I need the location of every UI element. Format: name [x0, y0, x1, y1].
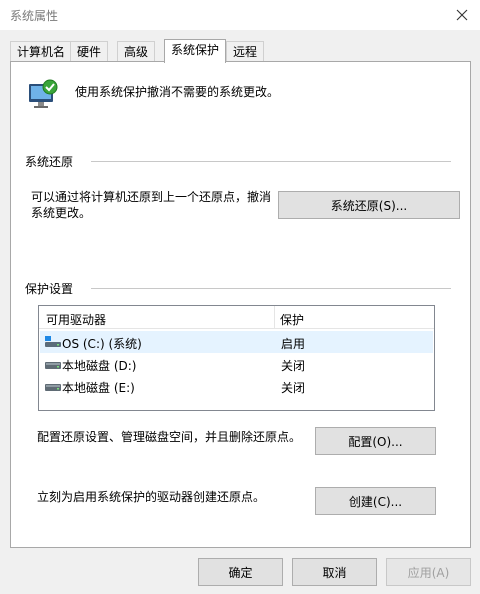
restore-description-line2: 系统更改。	[31, 206, 92, 220]
drive-row-d[interactable]: 本地磁盘 (D:) 关闭	[40, 353, 433, 375]
system-restore-button[interactable]: 系统还原(S)...	[278, 191, 460, 219]
drive-name: 本地磁盘 (E:)	[62, 381, 135, 395]
tab-panel: 使用系统保护撤消不需要的系统更改。 系统还原 可以通过将计算机还原到上一个还原点…	[10, 61, 471, 548]
local-disk-icon	[45, 362, 61, 369]
drives-list-header: 可用驱动器 保护	[39, 306, 434, 329]
tab-advanced[interactable]: 高级	[117, 41, 156, 62]
ok-button[interactable]: 确定	[198, 558, 283, 586]
drive-row-e[interactable]: 本地磁盘 (E:) 关闭	[40, 375, 433, 397]
cancel-button[interactable]: 取消	[292, 558, 377, 586]
protection-group-divider	[91, 288, 451, 289]
column-divider[interactable]	[274, 306, 275, 329]
system-protection-icon	[25, 78, 61, 114]
tab-computer-name[interactable]: 计算机名	[10, 41, 73, 62]
drive-name: OS (C:) (系统)	[62, 337, 142, 351]
system-drive-icon	[45, 336, 61, 347]
restore-group-label: 系统还原	[25, 155, 74, 169]
local-disk-icon	[45, 384, 61, 391]
close-icon	[456, 9, 468, 21]
drive-row-c[interactable]: OS (C:) (系统) 启用	[40, 331, 433, 353]
drives-list[interactable]: 可用驱动器 保护 OS (C:) (系统) 启用 本地磁盘 (D:) 关闭 本地…	[38, 305, 435, 411]
column-header-protection[interactable]: 保护	[280, 311, 304, 328]
intro-text: 使用系统保护撤消不需要的系统更改。	[75, 85, 280, 99]
configure-button[interactable]: 配置(O)...	[315, 427, 436, 455]
apply-button[interactable]: 应用(A)	[386, 558, 471, 586]
tab-system-protection[interactable]: 系统保护	[164, 39, 227, 63]
drive-protection-status: 关闭	[281, 359, 306, 373]
drive-protection-status: 关闭	[281, 381, 306, 395]
configure-description: 配置还原设置、管理磁盘空间，并且删除还原点。	[37, 430, 302, 444]
tab-strip: 计算机名 硬件 高级 系统保护 远程	[0, 30, 480, 63]
dialog-footer: 确定 取消 应用(A)	[0, 548, 480, 594]
create-button[interactable]: 创建(C)...	[315, 487, 436, 515]
title-bar: 系统属性	[0, 0, 480, 30]
column-header-drive[interactable]: 可用驱动器	[46, 311, 106, 328]
close-button[interactable]	[450, 3, 474, 27]
tab-remote[interactable]: 远程	[226, 41, 265, 62]
create-description: 立刻为启用系统保护的驱动器创建还原点。	[37, 490, 266, 504]
drive-protection-status: 启用	[281, 337, 306, 351]
restore-group-divider	[91, 161, 451, 162]
drive-name: 本地磁盘 (D:)	[62, 359, 137, 373]
window-title: 系统属性	[10, 9, 59, 23]
restore-description-line1: 可以通过将计算机还原到上一个还原点，撤消	[31, 190, 272, 204]
tab-hardware[interactable]: 硬件	[70, 41, 109, 62]
protection-group-label: 保护设置	[25, 282, 74, 296]
